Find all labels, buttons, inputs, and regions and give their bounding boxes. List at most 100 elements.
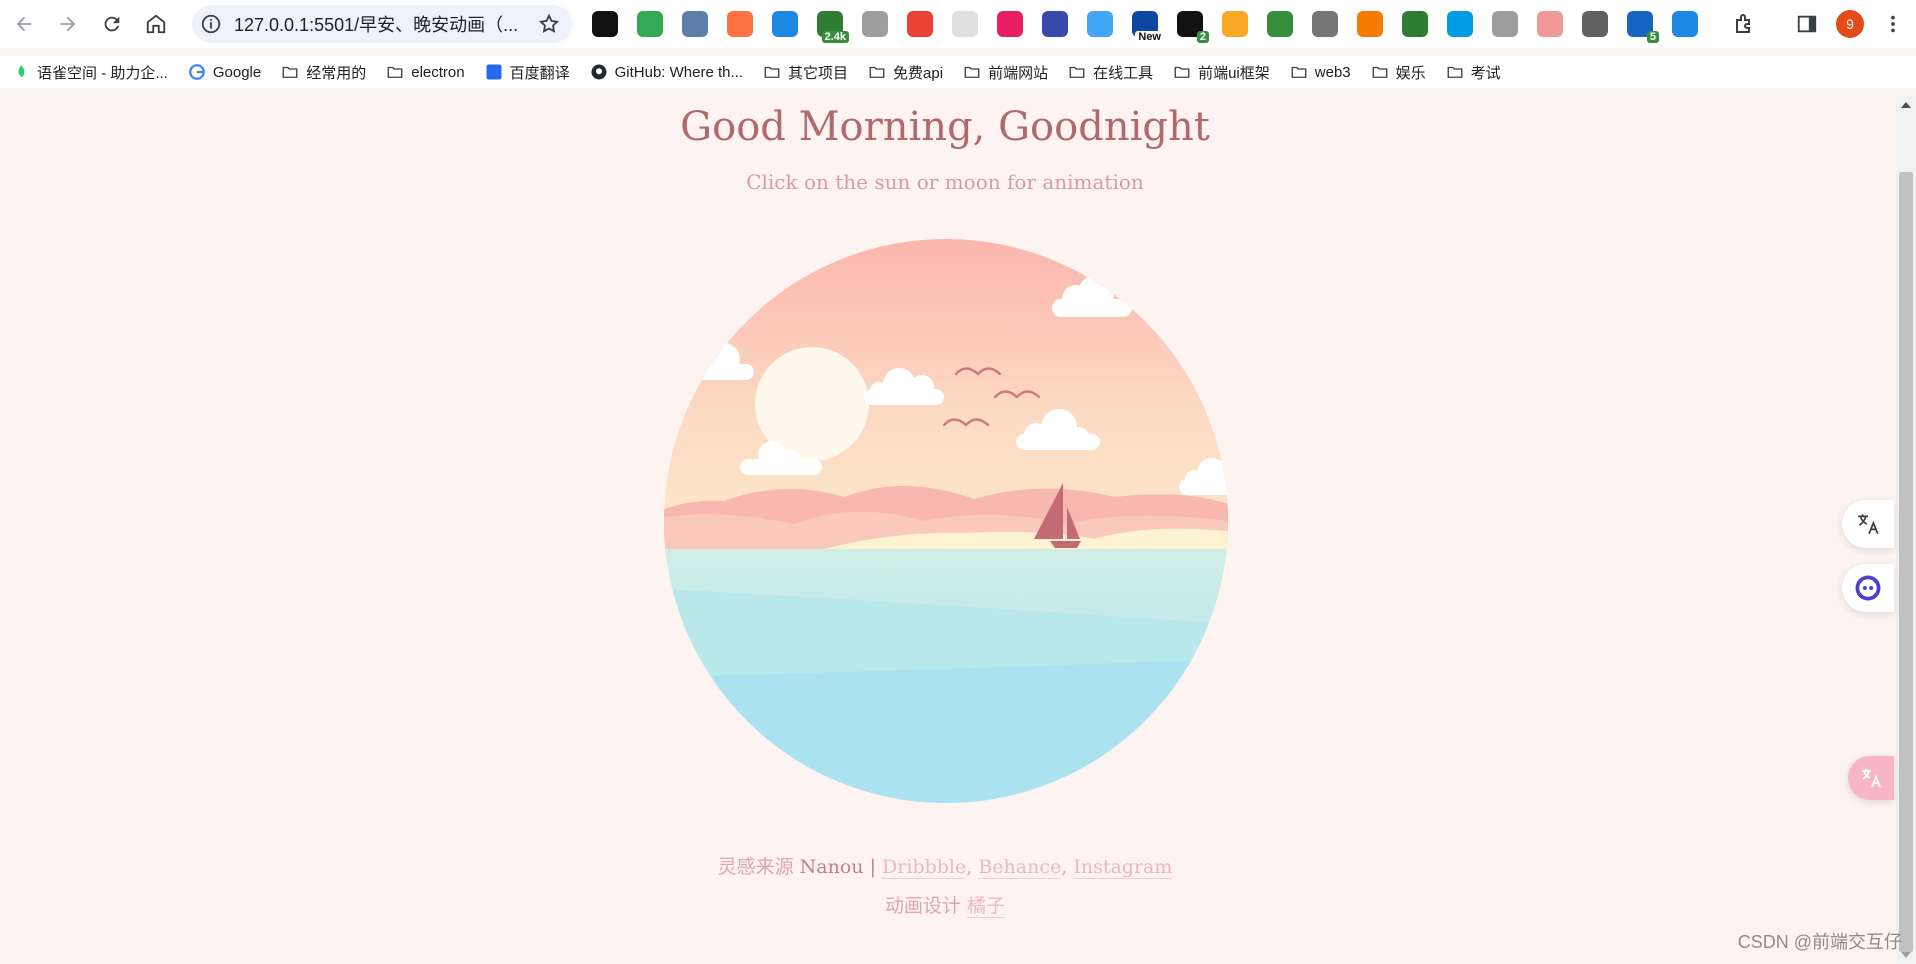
scroll-down-arrow[interactable] [1901, 952, 1911, 958]
yuque-icon [12, 63, 30, 81]
designer-link[interactable]: 橘子 [967, 895, 1006, 918]
google-icon [188, 63, 206, 81]
chrome-color-icon[interactable] [907, 11, 933, 37]
bookmark-label: 语雀空间 - 助力企... [37, 64, 168, 82]
folder-icon [1371, 63, 1389, 81]
orange-dots-icon[interactable] [727, 11, 753, 37]
bookmark-item[interactable]: 前端网站 [963, 62, 1048, 83]
url-text[interactable]: 127.0.0.1:5501/早安、晚安动画（... [234, 11, 524, 37]
grid-faded-icon[interactable] [952, 11, 978, 37]
camera-lens-icon[interactable] [1087, 11, 1113, 37]
lock-badge-icon[interactable]: 2.4k [817, 11, 849, 43]
folder-icon [1068, 63, 1086, 81]
a-letter-icon[interactable] [1582, 11, 1608, 37]
eye-icon[interactable] [1447, 11, 1473, 37]
arrow-left-icon [16, 16, 32, 32]
fox-icon[interactable] [1357, 11, 1383, 37]
dribbble-link[interactable]: Dribbble [882, 856, 967, 879]
bookmark-label: GitHub: Where th... [614, 63, 744, 81]
bookmark-item[interactable]: 语雀空间 - 助力企... [12, 62, 168, 83]
bookmark-item[interactable]: 考试 [1446, 62, 1501, 83]
credit-prefix: 灵感来源 [717, 856, 794, 878]
extension-badge: 2 [1196, 31, 1209, 43]
forward-button[interactable] [48, 4, 88, 44]
puzzle-extensions-icon[interactable] [1732, 12, 1756, 36]
bookmark-item[interactable]: web3 [1290, 63, 1351, 81]
extension-badge: New [1135, 31, 1164, 43]
translate-pink-button[interactable] [1848, 756, 1894, 800]
browser-toolbar: 127.0.0.1:5501/早安、晚安动画（... 2.4k New 2 5 9 [0, 0, 1916, 48]
scroll-thumb[interactable] [1899, 172, 1913, 952]
design-credit-line: 动画设计 橘子 [0, 891, 1890, 918]
folder-icon [868, 63, 886, 81]
site-info-icon[interactable] [200, 13, 222, 35]
bookmark-item[interactable]: 免费api [868, 62, 943, 83]
bookmarks-bar: 语雀空间 - 助力企... Google 经常用的 electron 百度翻译 GitHu… [0, 56, 1916, 88]
reload-button[interactable] [92, 4, 132, 44]
bookmark-label: 娱乐 [1395, 64, 1426, 82]
robot-face-icon[interactable] [1042, 11, 1068, 37]
instagram-link[interactable]: Instagram [1073, 856, 1173, 879]
new-label-icon[interactable]: New [1132, 11, 1164, 43]
credit-separator: | [869, 856, 876, 878]
credit-line: 灵感来源 Nanou | Dribbble, Behance, Instagra… [0, 852, 1890, 879]
scroll-up-arrow[interactable] [1901, 102, 1911, 108]
toolbar-right: 9 [1732, 6, 1916, 42]
kebab-menu-icon[interactable] [1882, 13, 1904, 35]
bookmark-item[interactable]: 经常用的 [281, 62, 366, 83]
folder-icon [1173, 63, 1191, 81]
bookmark-item[interactable]: 其它项目 [763, 62, 848, 83]
blue-square-icon[interactable]: 5 [1627, 11, 1659, 43]
black-box-icon[interactable]: 2 [1177, 11, 1209, 43]
bookmark-label: 考试 [1470, 64, 1501, 82]
bookmark-item[interactable]: 百度翻译 [485, 62, 570, 83]
n-letter-icon[interactable] [1492, 11, 1518, 37]
extensions-strip: 2.4k New 2 5 [592, 8, 1717, 43]
download-arrow-icon[interactable] [1402, 11, 1428, 37]
shield-check-icon[interactable] [637, 11, 663, 37]
home-button[interactable] [136, 4, 176, 44]
folder-icon [386, 63, 404, 81]
credit-author: Nanou [799, 856, 864, 878]
bookmark-label: web3 [1314, 63, 1351, 81]
bookmark-item[interactable]: GitHub: Where th... [590, 63, 743, 81]
bookmark-label: 经常用的 [306, 64, 367, 82]
folder-icon [1290, 63, 1308, 81]
assistant-float-button[interactable] [1842, 564, 1894, 612]
bookmark-item[interactable]: electron [386, 63, 465, 81]
bookmark-item[interactable]: Google [188, 63, 261, 81]
sunrise-scene[interactable] [664, 239, 1228, 803]
folder-icon [281, 63, 299, 81]
circle-color-icon[interactable] [1267, 11, 1293, 37]
design-prefix: 动画设计 [884, 895, 961, 917]
behance-link[interactable]: Behance [978, 856, 1062, 879]
shield-color-icon[interactable] [772, 11, 798, 37]
document-copy-icon[interactable] [1312, 11, 1338, 37]
bookmark-star-icon[interactable] [538, 13, 560, 35]
gamepad-outline-icon[interactable] [862, 11, 888, 37]
address-bar[interactable]: 127.0.0.1:5501/早安、晚安动画（... [192, 5, 572, 43]
translate-pink-icon [1862, 769, 1881, 788]
bookmark-item[interactable]: 娱乐 [1371, 62, 1426, 83]
watermark: CSDN @前端交互仔 [1737, 932, 1902, 952]
folder-icon [963, 63, 981, 81]
game-controller-icon[interactable] [592, 11, 618, 37]
bookmark-item[interactable]: 前端ui框架 [1173, 62, 1270, 83]
bookmark-item[interactable]: 在线工具 [1068, 62, 1153, 83]
person-blue-icon[interactable] [1672, 11, 1698, 37]
star-box-icon[interactable] [682, 11, 708, 37]
profile-avatar[interactable]: 9 [1836, 10, 1864, 38]
baidu-translate-icon [485, 63, 503, 81]
firework-icon[interactable] [1537, 11, 1563, 37]
folder-icon [1446, 63, 1464, 81]
home-icon [146, 14, 166, 34]
translate-float-button[interactable] [1842, 500, 1894, 548]
page-title: Good Morning, Goodnight [680, 104, 1210, 150]
y-letter-icon[interactable] [1222, 11, 1248, 37]
robot-face-icon [1855, 575, 1881, 601]
back-button[interactable] [4, 4, 44, 44]
vertical-scrollbar[interactable] [1896, 96, 1916, 964]
bookmark-label: 免费api [893, 64, 944, 82]
side-panel-icon[interactable] [1796, 13, 1818, 35]
translate-pink-icon[interactable] [997, 11, 1023, 37]
